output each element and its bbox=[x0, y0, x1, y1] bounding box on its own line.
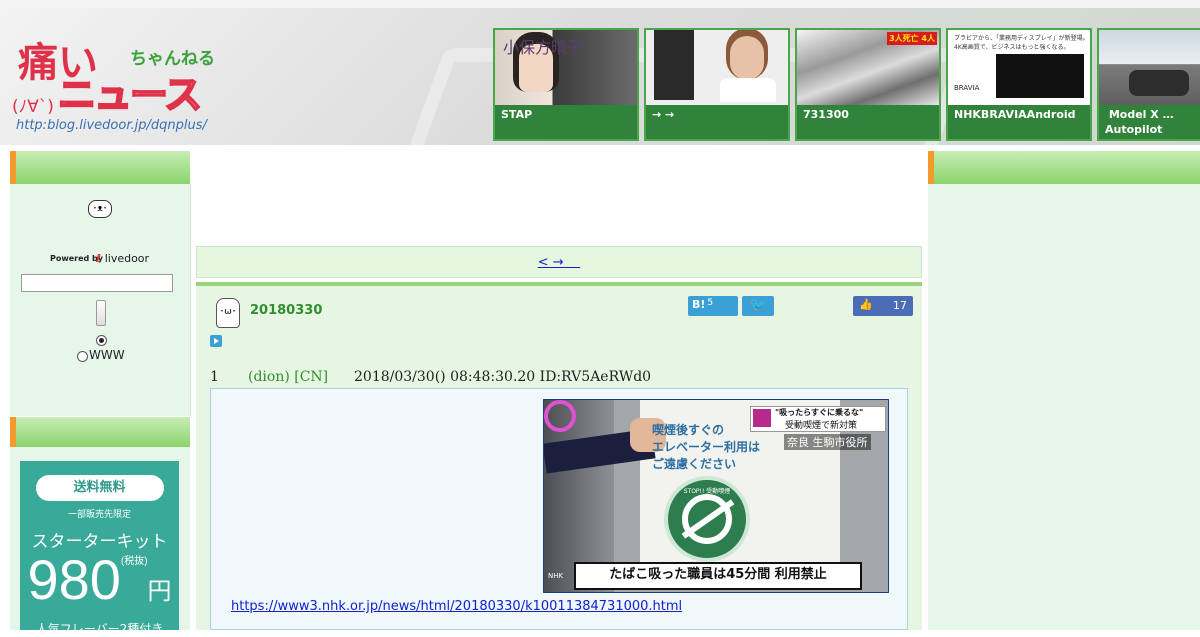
thumb-caption: NHKBRAVIAAndroid bbox=[948, 105, 1090, 139]
mascot-icon: ･ᴥ･ bbox=[88, 200, 112, 218]
logo-url: http:blog.livedoor.jp/dqnplus/ bbox=[16, 118, 207, 133]
header-thumb-2[interactable]: → → bbox=[644, 28, 790, 141]
thumb-caption: Model X … Autopilot bbox=[1099, 105, 1200, 139]
radio-www[interactable] bbox=[77, 351, 88, 362]
radio-blog[interactable] bbox=[96, 335, 107, 346]
post-number: 1 bbox=[210, 369, 219, 385]
site-header: 痛い ちゃんねる ニュース (ﾉ∀`) http:blog.livedoor.j… bbox=[0, 0, 1200, 186]
livedoor-mark-icon: ℓ bbox=[96, 252, 102, 265]
main-ad-space bbox=[191, 150, 927, 246]
play-icon[interactable] bbox=[210, 335, 222, 347]
image-tag: "吸ったらすぐに乗るな" 受動喫煙で新対策 bbox=[750, 406, 886, 432]
header-thumb-4[interactable]: ブラビアから、「業務用ディスプレイ」が新登場。 4K高画質で、ビジネスはもっと強く… bbox=[946, 28, 1092, 141]
right-sidebar-header bbox=[928, 151, 1200, 184]
article-nav: < → bbox=[196, 246, 922, 278]
news-image[interactable]: 喫煙後すぐの エレベーター利用は ご遠慮ください "吸ったらすぐに乗るな" 受動… bbox=[543, 399, 889, 593]
image-stop-text: STOP!! 受動喫煙 bbox=[683, 488, 731, 495]
search-button[interactable] bbox=[96, 300, 106, 326]
left-sidebar-panel: ･ᴥ･ Powered by ℓ livedoor WWW bbox=[10, 184, 191, 416]
left-sidebar-header bbox=[10, 151, 190, 184]
article: ･ω･ 20180330 B! 5 🐦 👍 17 1 (dion) [CN] 201… bbox=[196, 286, 922, 630]
site-logo[interactable]: 痛い ちゃんねる ニュース (ﾉ∀`) http:blog.livedoor.j… bbox=[12, 30, 232, 140]
image-caption: たばこ吸った職員は45分間 利用禁止 bbox=[574, 562, 862, 590]
image-watermark: NHK bbox=[548, 572, 564, 580]
thumb-image: 小保方晴子 bbox=[495, 30, 637, 105]
image-tag-title: "吸ったらすぐに乗るな" bbox=[775, 408, 864, 417]
article-date: 20180330 bbox=[250, 303, 323, 318]
prev-next-link[interactable]: < → bbox=[538, 255, 580, 270]
ad-flavors: 人気フレーバー2種付き bbox=[35, 622, 164, 636]
ad-price: 980(税抜)円 bbox=[20, 552, 179, 620]
post-name: (dion) [CN] bbox=[248, 369, 329, 385]
left-sidebar-header-2 bbox=[10, 417, 190, 447]
header-thumb-5[interactable]: Model X … Autopilot bbox=[1097, 28, 1200, 141]
like-count: 17 bbox=[893, 299, 907, 312]
no-smoking-icon bbox=[753, 409, 771, 427]
twitter-button[interactable]: 🐦 bbox=[742, 296, 774, 316]
right-sidebar-panel bbox=[928, 184, 1200, 630]
image-tag-sub: 受動喫煙で新対策 bbox=[785, 421, 858, 431]
thumb-caption: → → bbox=[646, 105, 788, 139]
thumb-image bbox=[646, 30, 788, 105]
ad-limited: 一部販売先限定 bbox=[67, 510, 131, 520]
radio-www-label: WWW bbox=[89, 348, 125, 362]
logo-face: (ﾉ∀`) bbox=[12, 97, 54, 117]
hatena-bookmark-button[interactable]: B! 5 bbox=[688, 296, 738, 316]
advertisement[interactable]: 送料無料 一部販売先限定 スターターキット 980(税抜)円 人気フレーバー2種… bbox=[20, 461, 179, 636]
news-link[interactable]: https://www3.nhk.or.jp/news/html/2018033… bbox=[231, 599, 682, 614]
logo-news: ニュース bbox=[57, 72, 203, 118]
thumb-caption: 731300 bbox=[797, 105, 939, 139]
no-smoking-sign-icon: STOP!! 受動喫煙 bbox=[664, 476, 750, 562]
header-thumb-3[interactable]: 3人死亡 4人 731300 bbox=[795, 28, 941, 141]
cat-mascot-icon: ･ω･ bbox=[216, 298, 240, 328]
thumb-image: ブラビアから、「業務用ディスプレイ」が新登場。 4K高画質で、ビジネスはもっと強く… bbox=[948, 30, 1090, 105]
post-body: 喫煙後すぐの エレベーター利用は ご遠慮ください "吸ったらすぐに乗るな" 受動… bbox=[210, 388, 908, 630]
ad-price-number: 980 bbox=[27, 548, 121, 611]
post-meta: 2018/03/30() 08:48:30.20 ID:RV5AeRWd0 bbox=[354, 369, 652, 385]
image-location: 奈良 生駒市役所 bbox=[784, 434, 871, 450]
ad-tax: (税抜) bbox=[120, 556, 148, 567]
thumb-image: 3人死亡 4人 bbox=[797, 30, 939, 105]
twitter-bird-icon: 🐦 bbox=[749, 298, 767, 313]
header-thumb-1[interactable]: 小保方晴子 STAP bbox=[493, 28, 639, 141]
search-input[interactable] bbox=[21, 274, 173, 292]
facebook-like-button[interactable]: 👍 17 bbox=[853, 296, 913, 316]
thumbs-up-icon: 👍 bbox=[859, 298, 873, 311]
ad-free-shipping: 送料無料 bbox=[35, 475, 164, 501]
image-headline: 喫煙後すぐの エレベーター利用は ご遠慮ください bbox=[652, 423, 761, 471]
livedoor-text: livedoor bbox=[104, 252, 150, 265]
hatena-count: 5 bbox=[707, 298, 714, 308]
ad-yen: 円 bbox=[147, 578, 172, 605]
hatena-label: B! bbox=[692, 298, 706, 311]
livedoor-logo[interactable]: ℓ livedoor bbox=[96, 252, 149, 265]
thumb-caption: STAP bbox=[495, 105, 637, 139]
thumb-image bbox=[1099, 30, 1200, 105]
